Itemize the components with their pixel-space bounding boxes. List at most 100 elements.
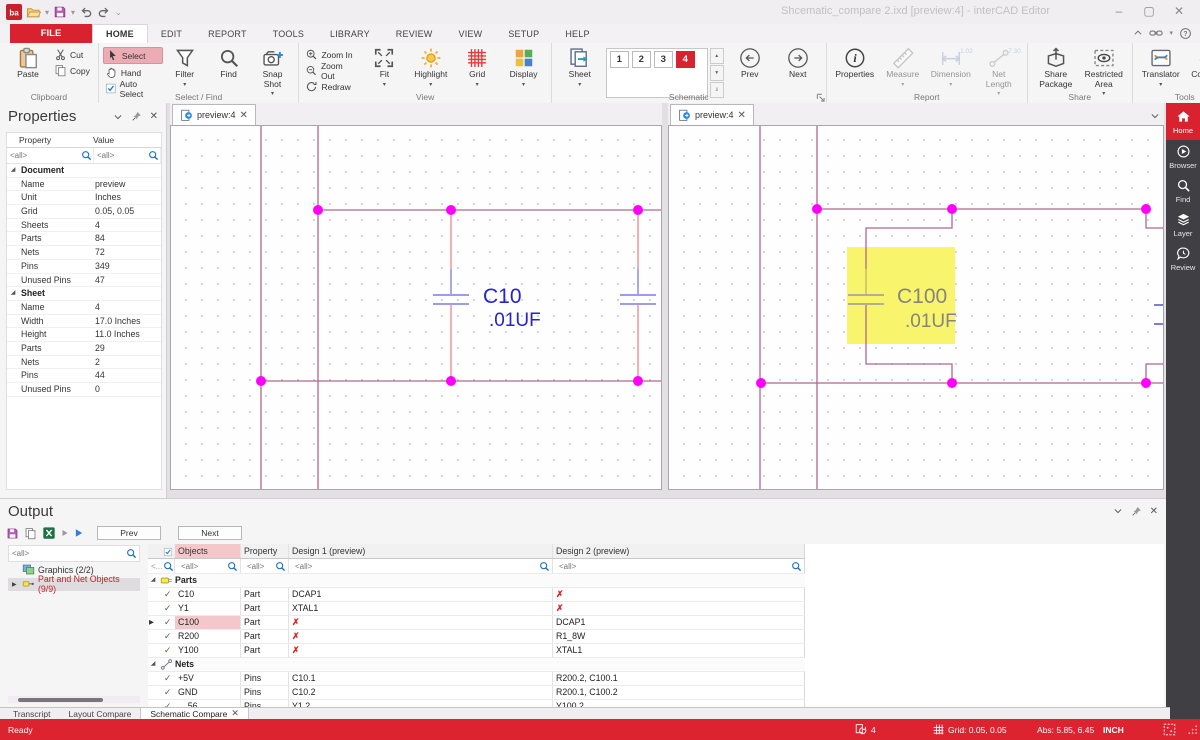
property-row[interactable]: Height 11.0 Inches [7, 328, 161, 342]
run-compare-icon[interactable] [74, 528, 84, 538]
save-report-icon[interactable] [6, 527, 19, 540]
table-row[interactable]: ✓ +5V Pins C10.1 R200.2, C100.1 [148, 672, 805, 686]
sidebar-item-review[interactable]: Review [1166, 242, 1200, 276]
status-unit[interactable]: INCH [1103, 725, 1124, 735]
menu-tab-file[interactable]: FILE [10, 24, 92, 43]
col-property[interactable]: Property [241, 544, 289, 558]
property-row[interactable]: Unused Pins 0 [7, 383, 161, 397]
col-design2[interactable]: Design 2 (preview) [553, 544, 805, 558]
translator-button[interactable]: Translator ▾ [1137, 45, 1185, 88]
cut-button[interactable]: Cut [52, 47, 94, 62]
tree-hscrollbar[interactable] [8, 696, 140, 703]
close-tab-icon[interactable]: ✕ [738, 110, 746, 121]
property-row[interactable]: Nets 72 [7, 246, 161, 260]
menu-tab-tools[interactable]: TOOLS [260, 24, 317, 43]
properties-button[interactable]: i Properties [831, 45, 879, 80]
search-icon[interactable] [539, 561, 550, 572]
search-icon[interactable] [275, 561, 286, 572]
scroll-down-icon[interactable]: ▼ [709, 65, 724, 81]
cell-object[interactable]: GND [175, 686, 241, 699]
play-small-icon[interactable] [61, 529, 69, 537]
property-row[interactable]: Sheets 4 [7, 219, 161, 233]
save-dropdown-caret-icon[interactable]: ▾ [71, 8, 75, 17]
minimize-button[interactable]: – [1104, 0, 1134, 22]
close-tab-icon[interactable]: ✕ [240, 110, 248, 121]
open-folder-icon[interactable] [26, 5, 41, 20]
properties-col-property[interactable]: Property [19, 133, 93, 147]
scroll-up-icon[interactable]: ▲ [709, 48, 724, 64]
save-icon[interactable] [53, 5, 67, 19]
cap-ref-label[interactable]: C10 [483, 285, 522, 308]
pin-icon[interactable] [131, 111, 142, 122]
link-caret-icon[interactable]: ▾ [1169, 29, 1173, 37]
column-filter-input[interactable] [292, 559, 552, 573]
sheet-number-1[interactable]: 1 [609, 51, 629, 68]
pin-icon[interactable] [1131, 506, 1142, 517]
menu-tab-help[interactable]: HELP [552, 24, 602, 43]
cell-object[interactable]: Y1 [175, 602, 241, 615]
schematic-canvas-right[interactable]: C100 .01UF [668, 125, 1164, 490]
sidebar-item-layer[interactable]: Layer [1166, 208, 1200, 242]
open-dropdown-caret-icon[interactable]: ▾ [45, 8, 49, 17]
property-row[interactable]: Grid 0.05, 0.05 [7, 205, 161, 219]
grid-status-icon[interactable] [932, 723, 945, 736]
sheet-status-icon[interactable] [855, 723, 868, 736]
property-row[interactable]: Nets 2 [7, 356, 161, 370]
collapse-triangle-icon[interactable]: ◢ [148, 574, 158, 587]
table-row[interactable]: ✓ GND Pins C10.2 R200.1, C100.2 [148, 686, 805, 700]
help-icon[interactable]: ? [1179, 27, 1192, 40]
select-button[interactable]: Select [102, 47, 163, 64]
properties-col-value[interactable]: Value [93, 133, 161, 147]
tree-filter-input[interactable] [9, 546, 139, 561]
search-icon[interactable] [227, 561, 238, 572]
table-row[interactable]: ✓ Y100 Part ✗ XTAL1 [148, 644, 805, 658]
cell-object[interactable]: C100 [175, 616, 241, 629]
tab-list-chevron-icon[interactable] [1150, 111, 1160, 121]
table-row[interactable]: ✓ __56 Pins Y1.2 Y100.2 [148, 700, 805, 707]
link-icon[interactable] [1149, 26, 1164, 40]
collapse-ribbon-icon[interactable] [1133, 28, 1143, 38]
collapse-triangle-icon[interactable]: ◢ [148, 658, 158, 671]
menu-tab-report[interactable]: REPORT [195, 24, 260, 43]
search-icon[interactable] [81, 150, 92, 161]
undo-icon[interactable] [79, 5, 93, 19]
close-button[interactable]: ✕ [1164, 0, 1194, 22]
menu-tab-edit[interactable]: EDIT [148, 24, 195, 43]
compare-button[interactable]: Compare▾ [1185, 45, 1200, 88]
capacitor-C10[interactable] [433, 210, 469, 381]
maximize-button[interactable]: ▢ [1134, 0, 1164, 22]
close-tab-icon[interactable]: ✕ [231, 708, 239, 719]
row-check-icon[interactable]: ✓ [164, 631, 171, 641]
check-all-icon[interactable] [163, 547, 173, 557]
share-package-button[interactable]: Share Package [1032, 45, 1080, 89]
cap-value-label[interactable]: .01UF [905, 311, 957, 332]
close-panel-icon[interactable]: ✕ [150, 111, 158, 122]
zoom-out-button[interactable]: Zoom Out [303, 61, 361, 81]
table-row[interactable]: ✓ Y1 Part XTAL1 ✗ [148, 602, 805, 616]
property-row[interactable]: Name preview [7, 178, 161, 192]
menu-tab-library[interactable]: LIBRARY [317, 24, 383, 43]
property-row[interactable]: Name 4 [7, 301, 161, 315]
tree-item[interactable]: ▶ Part and Net Objects (9/9) [8, 574, 140, 594]
row-check-icon[interactable]: ✓ [164, 645, 171, 655]
properties-section-document[interactable]: ◢ Document [7, 164, 161, 178]
snap-shot-button[interactable]: Snap Shot ▾ [251, 45, 295, 97]
sidebar-item-find[interactable]: Find [1166, 174, 1200, 208]
close-panel-icon[interactable]: ✕ [1150, 506, 1158, 517]
search-icon[interactable] [126, 548, 137, 559]
search-icon[interactable] [148, 150, 159, 161]
cell-object[interactable]: +5V [175, 672, 241, 685]
properties-section-sheet[interactable]: ◢ Sheet [7, 287, 161, 301]
sidebar-item-home[interactable]: Home [1166, 103, 1200, 140]
table-row[interactable]: ▶ ✓ C100 Part ✗ DCAP1 [148, 616, 805, 630]
sheet-number-3[interactable]: 3 [653, 51, 673, 68]
filter-button[interactable]: Filter ▾ [163, 45, 207, 88]
panel-menu-chevron-icon[interactable] [113, 112, 123, 122]
app-logo-icon[interactable]: ba [6, 4, 22, 20]
copy-button[interactable]: Copy [52, 63, 94, 78]
redo-icon[interactable] [97, 5, 111, 19]
display-button[interactable]: Display ▾ [500, 45, 546, 88]
copy-report-icon[interactable] [24, 527, 37, 540]
row-check-icon[interactable]: ✓ [164, 673, 171, 683]
sheet-number-2[interactable]: 2 [631, 51, 651, 68]
